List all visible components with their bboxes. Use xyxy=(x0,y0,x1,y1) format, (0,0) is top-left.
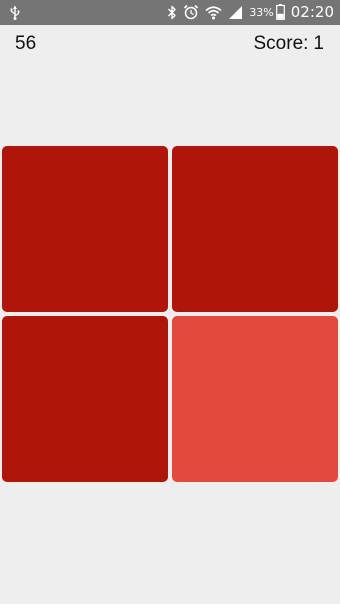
score: Score: 1 xyxy=(254,33,325,55)
bluetooth-icon xyxy=(167,5,177,20)
battery-percent: 33% xyxy=(249,5,274,19)
timer: 56 xyxy=(15,33,37,54)
battery-indicator: 33% xyxy=(249,4,285,20)
score-value: 1 xyxy=(313,33,324,54)
tile-grid xyxy=(2,146,338,482)
signal-icon xyxy=(228,5,243,20)
wifi-icon xyxy=(205,5,222,20)
status-time: 02:20 xyxy=(290,2,334,21)
usb-icon xyxy=(10,5,20,20)
alarm-icon xyxy=(183,4,199,20)
status-bar: 33% 02:20 xyxy=(0,0,340,25)
score-label: Score: xyxy=(253,33,309,54)
tile-top-right[interactable] xyxy=(172,146,338,312)
tile-bottom-left[interactable] xyxy=(2,316,168,482)
tile-top-left[interactable] xyxy=(2,146,168,312)
battery-icon xyxy=(275,4,285,20)
tile-bottom-right[interactable] xyxy=(172,316,338,482)
